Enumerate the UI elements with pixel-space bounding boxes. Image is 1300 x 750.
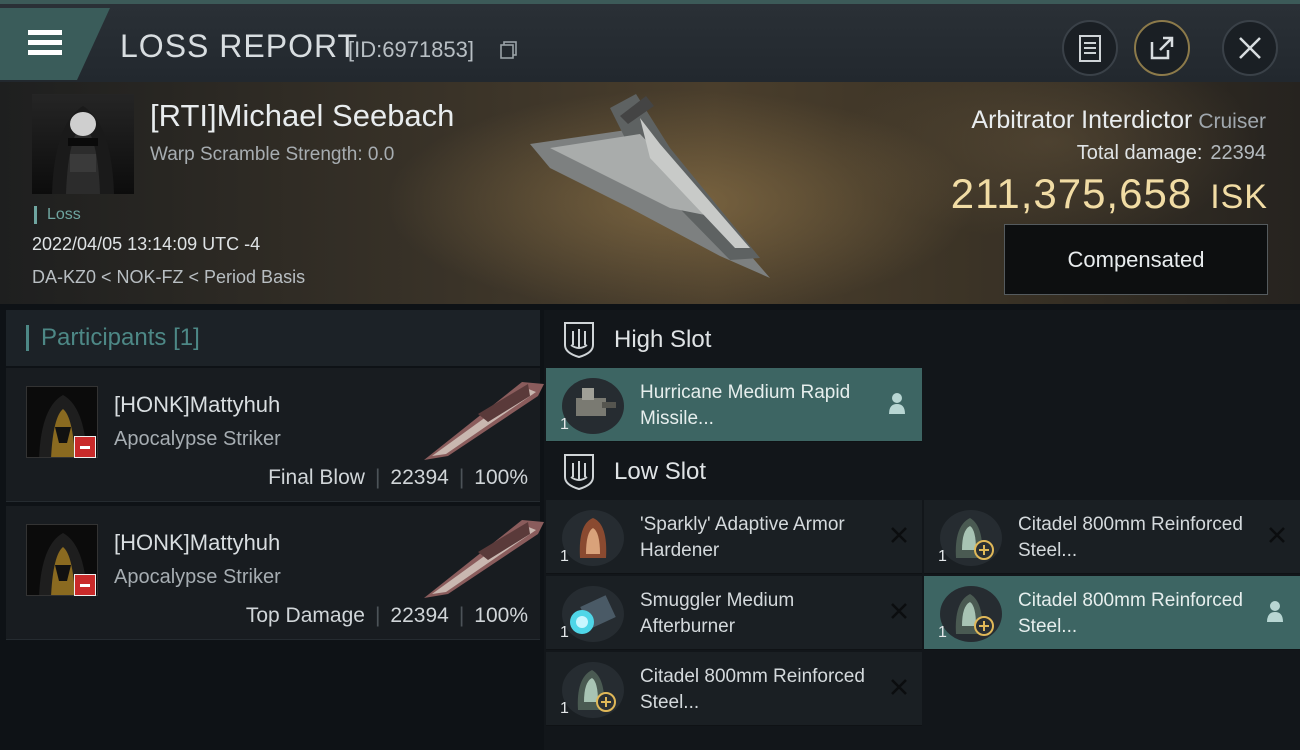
module-name: Citadel 800mm Reinforced Steel... — [640, 666, 865, 713]
participant-name[interactable]: [HONK]Mattyhuh — [114, 530, 280, 556]
participants-panel: Participants [1] [HONK]Mattyhuh Apocalyp… — [6, 310, 544, 750]
loss-datetime: 2022/04/05 13:14:09 UTC -4 — [32, 234, 261, 254]
module-item[interactable]: 1 Citadel 800mm Reinforced Steel... — [924, 576, 1300, 650]
participant-ship: Apocalypse Striker — [114, 428, 281, 450]
participant-row[interactable]: [HONK]Mattyhuh Apocalypse Striker Top Da… — [6, 506, 544, 640]
share-button[interactable] — [1134, 20, 1190, 76]
menu-button[interactable] — [0, 8, 110, 80]
participant-stats: Final Blow | 22394 | 100% — [268, 466, 528, 489]
module-name: Smuggler Medium Afterburner — [640, 590, 795, 637]
loss-banner: [RTI]Michael Seebach Warp Scramble Stren… — [0, 82, 1300, 304]
close-button[interactable] — [1222, 20, 1278, 76]
participant-percent: 100% — [474, 604, 528, 627]
participant-ship-image — [424, 520, 544, 598]
participant-stats: Top Damage | 22394 | 100% — [245, 604, 528, 627]
victim-avatar[interactable] — [32, 94, 134, 194]
destroyed-icon — [1269, 527, 1285, 543]
participants-count: [1] — [173, 324, 200, 351]
armor-plate-icon — [940, 586, 1002, 642]
participant-row[interactable]: [HONK]Mattyhuh Apocalypse Striker Final … — [6, 368, 544, 502]
participant-role: Final Blow — [268, 466, 365, 489]
participant-damage: 22394 — [390, 604, 449, 627]
module-name: Citadel 800mm Reinforced Steel... — [1018, 514, 1243, 561]
module-name: Hurricane Medium Rapid Missile... — [640, 382, 851, 429]
module-item[interactable]: 1 Hurricane Medium Rapid Missile... — [546, 368, 922, 442]
participant-damage: 22394 — [390, 466, 449, 489]
fitting-panel: High Slot 1 Hurricane Medium Rapid Missi… — [544, 310, 1300, 750]
loss-location[interactable]: DA-KZ0 < NOK-FZ < Period Basis — [32, 267, 305, 288]
participants-header: Participants [1] — [6, 310, 540, 366]
top-bar: LOSS REPORT [ID:6971853] — [0, 0, 1300, 82]
person-icon — [889, 393, 905, 414]
participant-ship-image — [424, 382, 544, 460]
isk-value: 211,375,658 ISK — [950, 170, 1268, 217]
copy-icon[interactable] — [500, 41, 518, 59]
armor-plate-icon — [562, 662, 624, 718]
armor-hardener-icon — [562, 510, 624, 566]
destroyed-icon — [891, 679, 907, 695]
total-damage: Total damage: 22394 — [1076, 142, 1266, 164]
module-item[interactable]: 1 'Sparkly' Adaptive Armor Hardener — [546, 500, 922, 574]
participant-ship: Apocalypse Striker — [114, 566, 281, 588]
report-id: [ID:6971853] — [348, 37, 474, 62]
warp-scramble-strength: Warp Scramble Strength: 0.0 — [150, 144, 395, 165]
module-item[interactable]: 1 Smuggler Medium Afterburner — [546, 576, 922, 650]
missile-launcher-icon — [562, 378, 624, 434]
ship-name[interactable]: Arbitrator Interdictor Cruiser — [971, 106, 1266, 135]
compensated-button[interactable]: Compensated — [1004, 224, 1268, 295]
ship-image — [530, 94, 770, 278]
ship-class: Cruiser — [1198, 110, 1266, 133]
destroyed-icon — [891, 527, 907, 543]
module-name: 'Sparkly' Adaptive Armor Hardener — [640, 514, 845, 561]
page-title: LOSS REPORT — [120, 28, 359, 64]
clipboard-icon — [1079, 35, 1101, 62]
armor-plate-icon — [940, 510, 1002, 566]
hostile-badge — [74, 574, 96, 596]
destroyed-icon — [891, 603, 907, 619]
person-icon — [1267, 601, 1283, 622]
participant-role: Top Damage — [245, 604, 365, 627]
module-item[interactable]: 1 Citadel 800mm Reinforced Steel... — [924, 500, 1300, 574]
share-icon — [1150, 36, 1174, 60]
low-slot-icon — [564, 454, 594, 491]
participant-percent: 100% — [474, 466, 528, 489]
hostile-badge — [74, 436, 96, 458]
report-button[interactable] — [1062, 20, 1118, 76]
close-icon — [1239, 37, 1261, 59]
module-name: Citadel 800mm Reinforced Steel... — [1018, 590, 1243, 637]
high-slot-header: High Slot — [544, 312, 1300, 368]
victim-name[interactable]: [RTI]Michael Seebach — [150, 98, 454, 134]
module-item[interactable]: 1 Citadel 800mm Reinforced Steel... — [546, 652, 922, 726]
loss-status: Loss — [34, 206, 81, 224]
afterburner-icon — [562, 586, 624, 642]
participant-name[interactable]: [HONK]Mattyhuh — [114, 392, 280, 418]
high-slot-icon — [564, 322, 594, 359]
low-slot-header: Low Slot — [544, 444, 1300, 500]
